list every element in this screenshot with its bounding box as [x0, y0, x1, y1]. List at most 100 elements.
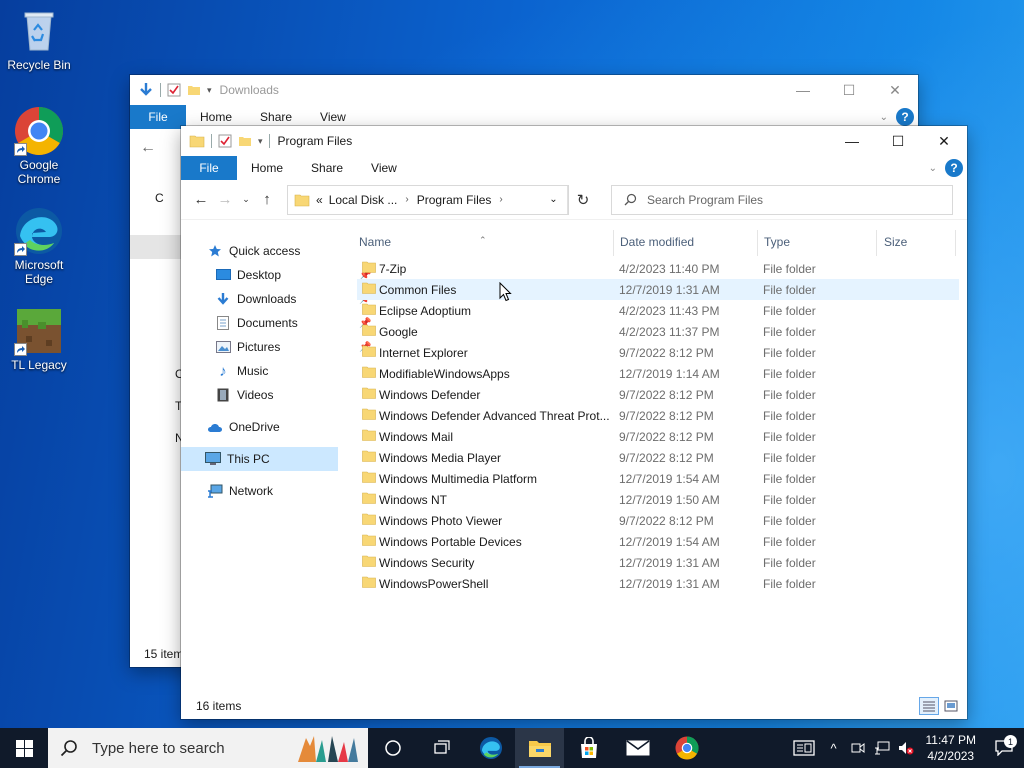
taskbar-edge[interactable]	[466, 728, 515, 768]
recent-locations-icon[interactable]: ⌄	[237, 188, 255, 212]
desktop-icon-tl-legacy[interactable]: TL Legacy	[0, 306, 78, 372]
desktop-icon	[215, 267, 231, 283]
file-tab[interactable]: File	[181, 156, 237, 180]
chevron-right-icon[interactable]: ›	[499, 194, 502, 205]
file-row[interactable]: WindowsPowerShell 12/7/2019 1:31 AM File f…	[357, 573, 959, 594]
file-type: File folder	[763, 472, 816, 486]
new-folder-icon[interactable]	[238, 134, 252, 148]
show-hidden-icons-chevron-icon[interactable]: ^	[822, 741, 846, 756]
nav-item-pictures[interactable]: Pictures 📌	[215, 336, 371, 358]
file-row[interactable]: Windows Defender Advanced Threat Prot...…	[357, 405, 959, 426]
view-tab[interactable]: View	[357, 156, 411, 180]
file-row[interactable]: Windows Mail 9/7/2022 8:12 PM File folder	[357, 426, 959, 447]
home-tab[interactable]: Home	[237, 156, 297, 180]
maximize-button[interactable]: ☐	[826, 75, 872, 105]
large-icons-view-button[interactable]	[941, 697, 961, 715]
file-tab[interactable]: File	[130, 105, 186, 129]
breadcrumb-program-files[interactable]: Program Files	[417, 193, 492, 207]
chevron-right-icon[interactable]: ›	[405, 194, 408, 205]
up-button[interactable]: ↑	[255, 188, 279, 212]
nav-item-documents[interactable]: Documents 📌	[215, 312, 371, 334]
minimize-button[interactable]: —	[829, 126, 875, 156]
file-row[interactable]: Google 4/2/2023 11:37 PM File folder	[357, 321, 959, 342]
file-row[interactable]: Windows NT 12/7/2019 1:50 AM File folder	[357, 489, 959, 510]
column-header-size[interactable]: Size	[884, 235, 907, 249]
file-row[interactable]: Internet Explorer 9/7/2022 8:12 PM File fo…	[357, 342, 959, 363]
nav-this-pc[interactable]: This PC	[181, 447, 338, 471]
search-input[interactable]: Search Program Files	[611, 184, 953, 215]
start-button[interactable]	[0, 728, 48, 768]
customize-qa-icon[interactable]: ▾	[258, 136, 263, 147]
task-view-button[interactable]	[368, 728, 417, 768]
customize-qa-icon[interactable]: ▾	[207, 85, 212, 96]
file-row[interactable]: Windows Security 12/7/2019 1:31 AM File fo…	[357, 552, 959, 573]
file-date-modified: 9/7/2022 8:12 PM	[619, 451, 714, 465]
file-row[interactable]: Windows Defender 9/7/2022 8:12 PM File fol…	[357, 384, 959, 405]
meet-now-icon[interactable]	[846, 741, 870, 755]
nav-item-desktop[interactable]: Desktop 📌	[215, 264, 371, 286]
taskbar-search-box[interactable]: Type here to search	[48, 728, 368, 768]
file-row[interactable]: Common Files 12/7/2019 1:31 AM File folder	[357, 279, 959, 300]
file-row[interactable]: Windows Photo Viewer 9/7/2022 8:12 PM File…	[357, 510, 959, 531]
file-row[interactable]: Windows Multimedia Platform 12/7/2019 1:5…	[357, 468, 959, 489]
help-icon[interactable]: ?	[896, 108, 914, 126]
program-files-titlebar[interactable]: ▾ Program Files — ☐ ✕	[181, 126, 967, 156]
nav-item-videos[interactable]: Videos	[215, 384, 273, 406]
desktop-icon-edge[interactable]: Microsoft Edge	[0, 206, 78, 286]
taskbar-chrome[interactable]	[662, 728, 711, 768]
news-interests-icon[interactable]	[786, 740, 822, 756]
breadcrumb-local-disk[interactable]: Local Disk ...	[329, 193, 398, 207]
expand-ribbon-icon[interactable]: ⌄	[929, 163, 937, 174]
share-tab[interactable]: Share	[297, 156, 357, 180]
forward-button[interactable]: →	[213, 188, 237, 212]
close-button[interactable]: ✕	[921, 126, 967, 156]
nav-onedrive[interactable]: OneDrive	[207, 416, 280, 438]
back-button[interactable]: ←	[189, 188, 213, 212]
column-header-type[interactable]: Type	[764, 235, 790, 249]
close-button[interactable]: ✕	[872, 75, 918, 105]
file-row[interactable]: Windows Portable Devices 12/7/2019 1:54 A…	[357, 531, 959, 552]
nav-network[interactable]: Network	[207, 480, 273, 502]
file-name: Windows Photo Viewer	[379, 514, 503, 528]
program-files-window[interactable]: ▾ Program Files — ☐ ✕ File Home Share Vi…	[181, 126, 967, 719]
file-row[interactable]: 7-Zip 4/2/2023 11:40 PM File folder	[357, 258, 959, 279]
properties-icon[interactable]	[218, 134, 232, 148]
properties-icon[interactable]	[167, 83, 181, 97]
taskbar-store[interactable]	[564, 728, 613, 768]
downloads-titlebar[interactable]: ▾ Downloads — ☐ ✕	[130, 75, 918, 105]
volume-muted-icon[interactable]	[894, 741, 918, 755]
timeline-button[interactable]	[417, 728, 466, 768]
details-view-button[interactable]	[919, 697, 939, 715]
nav-quick-access[interactable]: Quick access	[207, 240, 300, 262]
nav-label: Network	[229, 484, 274, 498]
new-folder-icon[interactable]	[187, 83, 201, 97]
taskbar-mail[interactable]	[613, 728, 662, 768]
back-arrow-icon[interactable]: ←	[140, 139, 156, 157]
clock[interactable]: 11:47 PM 4/2/2023	[926, 732, 976, 764]
breadcrumb-overflow[interactable]: «	[316, 193, 323, 207]
minimize-button[interactable]: —	[780, 75, 826, 105]
help-icon[interactable]: ?	[945, 159, 963, 177]
expand-ribbon-icon[interactable]: ⌄	[880, 112, 888, 123]
column-header-name[interactable]: Name	[359, 235, 391, 249]
refresh-button[interactable]: ↻	[569, 186, 597, 214]
file-row[interactable]: Windows Media Player 9/7/2022 8:12 PM File…	[357, 447, 959, 468]
address-dropdown-button[interactable]: ⌄	[540, 185, 568, 214]
chrome-icon	[14, 106, 64, 156]
address-bar[interactable]: « Local Disk ... › Program Files › ⌄	[287, 184, 569, 215]
nav-item-downloads[interactable]: Downloads 📌	[215, 288, 371, 310]
column-header-date[interactable]: Date modified	[620, 235, 694, 249]
desktop-icon-chrome[interactable]: Google Chrome	[0, 106, 78, 186]
window-title: Program Files	[277, 134, 353, 148]
desktop-icon-recycle-bin[interactable]: Recycle Bin	[0, 6, 78, 72]
cloud-icon	[207, 419, 223, 435]
nav-item-music[interactable]: ♪ Music	[215, 360, 268, 382]
mail-icon	[626, 740, 649, 756]
action-center-button[interactable]: 1	[984, 735, 1024, 756]
file-row[interactable]: ModifiableWindowsApps 12/7/2019 1:14 AM Fi…	[357, 363, 959, 384]
network-status-icon[interactable]	[870, 741, 894, 755]
taskbar-file-explorer[interactable]	[515, 728, 564, 768]
file-row[interactable]: Eclipse Adoptium 4/2/2023 11:43 PM File fo…	[357, 300, 959, 321]
maximize-button[interactable]: ☐	[875, 126, 921, 156]
taskbar: Type here to search ^ 11:47 PM 4/2/2023 …	[0, 728, 1024, 768]
